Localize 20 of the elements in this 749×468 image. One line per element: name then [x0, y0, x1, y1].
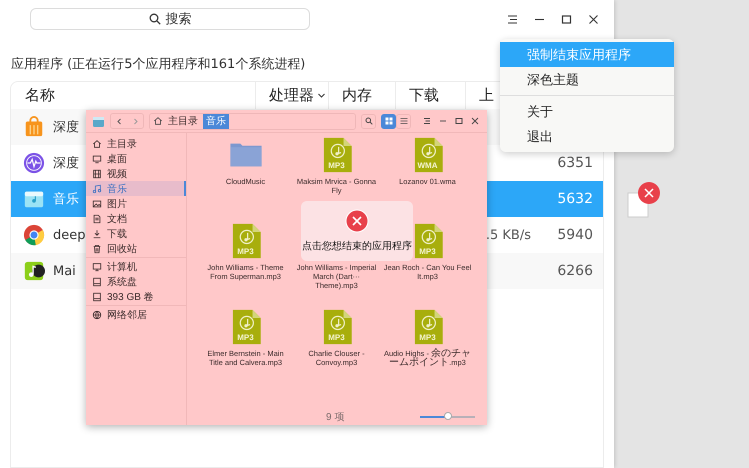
process-id: 6351 — [557, 155, 593, 171]
file-type-label: MP3 — [236, 333, 255, 342]
process-name: deep — [53, 228, 86, 242]
process-id: 5940 — [557, 227, 593, 243]
process-id: 6266 — [557, 263, 593, 279]
file-type-label: MP3 — [327, 333, 346, 342]
process-name: 音乐 — [53, 191, 79, 208]
force-quit-toast: 点击您想结束的应用程序 — [301, 201, 413, 261]
file-type-label: WMA — [416, 161, 438, 170]
file-type-label: MP3 — [327, 161, 346, 170]
process-name: 深度 — [53, 155, 79, 172]
file-type-label: MP3 — [418, 333, 437, 342]
item-count: 9 项 — [326, 411, 344, 424]
process-name: Mai — [53, 264, 76, 278]
process-name: 深度 — [53, 119, 79, 136]
file-type-label: MP3 — [418, 247, 437, 256]
file-type-label: MP3 — [236, 247, 255, 256]
process-id: 5632 — [557, 191, 593, 207]
process-summary: 应用程序 (正在运行5个应用程序和161个系统进程) — [11, 56, 306, 73]
upload-speed: .5 KB/s — [486, 228, 531, 242]
